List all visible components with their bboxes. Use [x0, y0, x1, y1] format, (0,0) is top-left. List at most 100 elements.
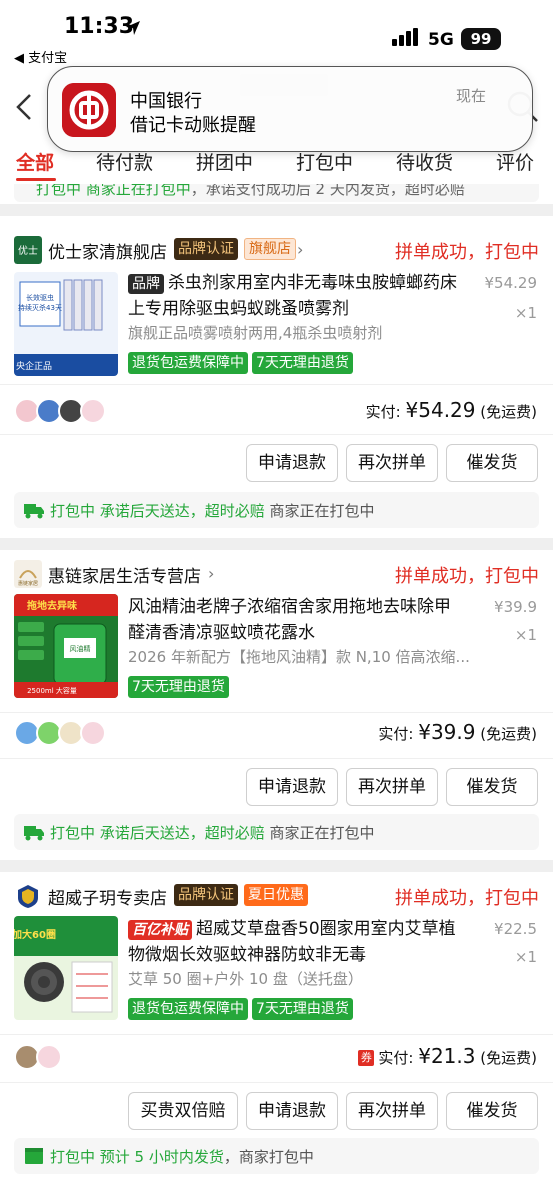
thumb-caption: 2500ml 大容量: [27, 686, 77, 695]
shipping-note: ，商家打包中: [223, 1148, 314, 1166]
network-type: 5G: [428, 30, 454, 50]
shop-logo-icon: [14, 882, 42, 910]
urge-shipping-button[interactable]: 催发货: [446, 768, 538, 806]
tab-review[interactable]: 评价: [496, 148, 534, 175]
back-to-app-link[interactable]: ◀ 支付宝: [14, 47, 67, 66]
order-card[interactable]: 优士 优士家清旗舰店 品牌认证 旗舰店 › 拼单成功，打包中 长效驱虫 持续灭杀…: [0, 216, 553, 538]
seven-day-return-tag: 7天无理由退货: [252, 998, 353, 1020]
product-title[interactable]: 品牌 杀虫剂家用室内非无毒味虫胺蟑螂药床上专用除驱虫蚂蚁跳蚤喷雾剂: [128, 270, 462, 322]
shipping-note: 商家正在打包中: [264, 824, 375, 842]
box-icon: [25, 1148, 43, 1164]
avatar: [80, 720, 106, 746]
tab-packing[interactable]: 打包中: [296, 148, 353, 175]
order-card[interactable]: 超威子玥专卖店 品牌认证 夏日优惠 拼单成功，打包中 加大60圈 百亿补贴 超威艾…: [0, 872, 553, 1200]
paid-amount: 实付: ¥54.29 (免运费): [365, 398, 537, 422]
back-arrow-icon[interactable]: [14, 92, 34, 122]
avatar: [36, 1044, 62, 1070]
paid-amount: 实付: ¥39.9 (免运费): [378, 720, 537, 744]
quantity: ×1: [514, 626, 537, 644]
quantity: ×1: [514, 304, 537, 322]
shop-name[interactable]: 惠链家居生活专营店: [48, 562, 201, 587]
tab-pending-payment[interactable]: 待付款: [96, 148, 153, 175]
svg-text:风油精: 风油精: [70, 644, 91, 653]
shop-logo-icon: 惠链家居: [14, 560, 42, 588]
previous-order-shipping-strip: 打包中 商家正在打包中，承诺支付成功后 2 天内发货，超时必赔: [0, 184, 553, 204]
signal-icon: [392, 28, 418, 46]
svg-text:优士: 优士: [18, 244, 38, 257]
coupon-icon: 券: [358, 1050, 375, 1066]
tab-all[interactable]: 全部: [16, 148, 54, 175]
tab-group-buying[interactable]: 拼团中: [196, 148, 253, 175]
shop-name[interactable]: 超威子玥专卖店: [48, 884, 167, 909]
urge-shipping-button[interactable]: 催发货: [446, 1092, 538, 1130]
status-bar: 11:33 ◀ 支付宝 5G 99: [0, 0, 553, 66]
product-spec: 2026 年新配方【拖地风油精】款 N,10 倍高浓缩...: [128, 648, 470, 666]
product-thumbnail[interactable]: 拖地去异味 风油精 2500ml 大容量: [14, 594, 118, 698]
seven-day-return-tag: 7天无理由退货: [128, 676, 229, 698]
order-card[interactable]: 惠链家居 惠链家居生活专营店 › 拼单成功，打包中 拖地去异味 风油精 2500…: [0, 550, 553, 860]
notification-title: 中国银行: [130, 91, 202, 112]
active-tab-indicator: [16, 178, 56, 181]
summer-sale-badge: 夏日优惠: [244, 884, 308, 906]
seven-day-return-tag: 7天无理由退货: [252, 352, 353, 374]
subsidy-tag: 百亿补贴: [128, 920, 192, 940]
notification-banner[interactable]: 中国银行 借记卡动账提醒 现在: [47, 66, 533, 152]
return-shipping-guarantee-tag: 退货包运费保障中: [128, 352, 248, 374]
svg-text:惠链家居: 惠链家居: [18, 580, 38, 587]
brand-certified-badge: 品牌认证: [174, 238, 238, 260]
original-price: ¥54.29: [484, 274, 538, 292]
flagship-badge: 旗舰店: [244, 238, 296, 260]
group-avatars: [14, 398, 114, 424]
truck-icon: [24, 826, 44, 841]
reorder-button[interactable]: 再次拼单: [346, 1092, 438, 1130]
order-status: 拼单成功，打包中: [395, 566, 539, 587]
shipping-status: 打包中 承诺后天送达，超时必赔: [50, 824, 265, 842]
order-status: 拼单成功，打包中: [395, 242, 539, 263]
shipping-note: 商家正在打包中: [264, 502, 375, 520]
truck-icon: [24, 504, 44, 519]
product-spec: 旗舰正品喷雾喷射两用,4瓶杀虫喷射剂: [128, 324, 383, 342]
shipping-info[interactable]: 打包中 预计 5 小时内发货，商家打包中: [14, 1138, 539, 1174]
urge-shipping-button[interactable]: 催发货: [446, 444, 538, 482]
group-avatars: [14, 720, 114, 746]
original-price: ¥39.9: [494, 598, 537, 616]
product-thumbnail[interactable]: 加大60圈: [14, 916, 118, 1020]
paid-amount: 券实付: ¥21.3 (免运费): [358, 1044, 537, 1068]
original-price: ¥22.5: [494, 920, 537, 938]
shipping-note: ，承诺支付成功后 2 天内发货，超时必赔: [190, 184, 465, 198]
brand-tag: 品牌: [128, 274, 164, 294]
thumb-headline: 加大60圈: [14, 928, 56, 941]
chevron-right-icon: ›: [208, 564, 215, 583]
shipping-status: 打包中 预计 5 小时内发货: [50, 1148, 224, 1166]
return-shipping-guarantee-tag: 退货包运费保障中: [128, 998, 248, 1020]
refund-button[interactable]: 申请退款: [246, 1092, 338, 1130]
reorder-button[interactable]: 再次拼单: [346, 444, 438, 482]
refund-button[interactable]: 申请退款: [246, 444, 338, 482]
shipping-info[interactable]: 打包中 承诺后天送达，超时必赔 商家正在打包中: [14, 814, 539, 850]
quantity: ×1: [514, 948, 537, 966]
group-avatars: [14, 1044, 114, 1070]
product-thumbnail[interactable]: 长效驱虫 持续灭杀43天 央企正品: [14, 272, 118, 376]
svg-text:持续灭杀43天: 持续灭杀43天: [18, 303, 62, 312]
shipping-info[interactable]: 打包中 承诺后天送达，超时必赔 商家正在打包中: [14, 492, 539, 528]
tab-to-receive[interactable]: 待收货: [396, 148, 453, 175]
order-status: 拼单成功，打包中: [395, 888, 539, 909]
product-title[interactable]: 百亿补贴 超威艾草盘香50圈家用室内艾草植物微烟长效驱蚊神器防蚊非无毒: [128, 916, 462, 968]
double-compensation-button[interactable]: 买贵双倍赔: [128, 1092, 238, 1130]
shop-logo-icon: 优士: [14, 236, 42, 264]
shipping-status: 打包中 承诺后天送达，超时必赔: [50, 502, 265, 520]
product-title[interactable]: 风油精油老牌子浓缩宿舍家用拖地去味除甲醛清香清凉驱蚊喷花露水: [128, 594, 462, 646]
notification-time: 现在: [455, 87, 486, 105]
refund-button[interactable]: 申请退款: [246, 768, 338, 806]
location-arrow-icon: [126, 21, 140, 35]
notification-message: 借记卡动账提醒: [130, 115, 256, 136]
svg-text:长效驱虫: 长效驱虫: [26, 293, 54, 302]
brand-certified-badge: 品牌认证: [174, 884, 238, 906]
shipping-status: 打包中 商家正在打包中: [36, 184, 191, 198]
battery-icon: 99: [461, 28, 501, 50]
bank-of-china-logo-icon: [62, 83, 116, 137]
reorder-button[interactable]: 再次拼单: [346, 768, 438, 806]
svg-text:央企正品: 央企正品: [16, 360, 52, 372]
product-spec: 艾草 50 圈+户外 10 盘（送托盘）: [128, 970, 363, 988]
shop-name[interactable]: 优士家清旗舰店: [48, 238, 167, 263]
